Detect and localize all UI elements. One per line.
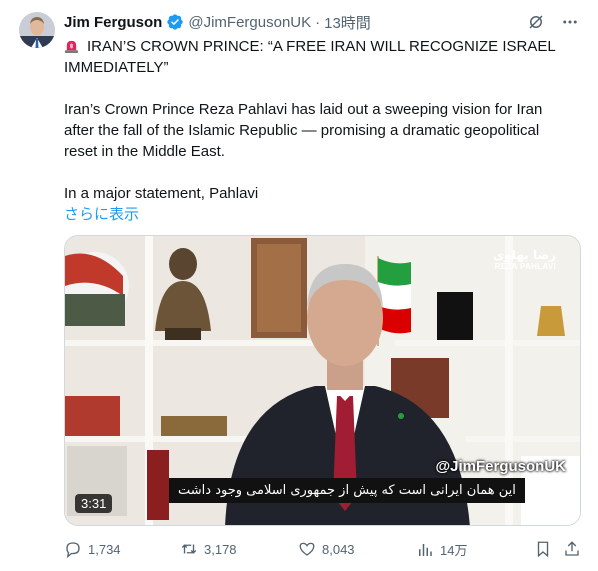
timestamp[interactable]: 13時間 bbox=[324, 12, 371, 33]
reza-pahlavi-logo: رضا پهلوی REZA PAHLAVI bbox=[493, 248, 556, 271]
repost-icon bbox=[181, 544, 197, 554]
logo-english: REZA PAHLAVI bbox=[494, 262, 556, 271]
repost-button[interactable]: 3,178 bbox=[180, 540, 237, 558]
lead-text: In a major statement, Pahlavi bbox=[64, 185, 259, 202]
show-more-link[interactable]: さらに表示 bbox=[64, 206, 139, 223]
share-button[interactable] bbox=[563, 540, 581, 558]
video-player[interactable]: رضا پهلوی REZA PAHLAVI @JimFergusonUK ای… bbox=[64, 235, 581, 526]
grok-icon[interactable] bbox=[527, 13, 545, 31]
like-count: 8,043 bbox=[322, 541, 355, 557]
verified-badge-icon bbox=[166, 13, 184, 31]
video-subtitle: این همان ایرانی است که پیش از جمهوری اسل… bbox=[169, 478, 525, 503]
repost-count: 3,178 bbox=[204, 541, 237, 557]
headline-text: IRAN’S CROWN PRINCE: “A FREE IRAN WILL R… bbox=[64, 38, 556, 76]
author-handle[interactable]: @JimFergusonUK bbox=[188, 14, 311, 31]
views-count: 14万 bbox=[440, 543, 468, 558]
views-button[interactable]: 14万 bbox=[416, 540, 467, 559]
video-duration: 3:31 bbox=[75, 494, 113, 513]
separator-dot: · bbox=[315, 13, 321, 31]
siren-icon bbox=[64, 38, 79, 53]
tweet[interactable]: Jim Ferguson @JimFergusonUK · 13時間 IRAN’… bbox=[0, 0, 598, 571]
author-name[interactable]: Jim Ferguson bbox=[64, 14, 162, 31]
video-watermark: @JimFergusonUK bbox=[435, 458, 566, 475]
tweet-text: IRAN’S CROWN PRINCE: “A FREE IRAN WILL R… bbox=[64, 36, 574, 225]
bookmark-button[interactable] bbox=[534, 540, 552, 558]
like-button[interactable]: 8,043 bbox=[298, 540, 355, 558]
more-options-icon[interactable] bbox=[561, 13, 579, 31]
reply-count: 1,734 bbox=[88, 541, 121, 557]
share-icon bbox=[565, 541, 579, 556]
body-text: Iran’s Crown Prince Reza Pahlavi has lai… bbox=[64, 101, 543, 160]
headline-line: IRAN’S CROWN PRINCE: “A FREE IRAN WILL R… bbox=[64, 36, 574, 78]
tweet-header: Jim Ferguson @JimFergusonUK · 13時間 bbox=[64, 12, 371, 32]
reply-icon bbox=[66, 542, 80, 558]
logo-persian: رضا پهلوی bbox=[492, 248, 556, 262]
views-icon bbox=[419, 543, 432, 556]
header-actions bbox=[527, 13, 579, 31]
tweet-actions: 1,734 3,178 8,043 14万 bbox=[64, 540, 581, 560]
bookmark-icon bbox=[537, 541, 549, 558]
reply-button[interactable]: 1,734 bbox=[64, 540, 121, 558]
heart-icon bbox=[299, 542, 315, 556]
avatar[interactable] bbox=[19, 12, 55, 48]
